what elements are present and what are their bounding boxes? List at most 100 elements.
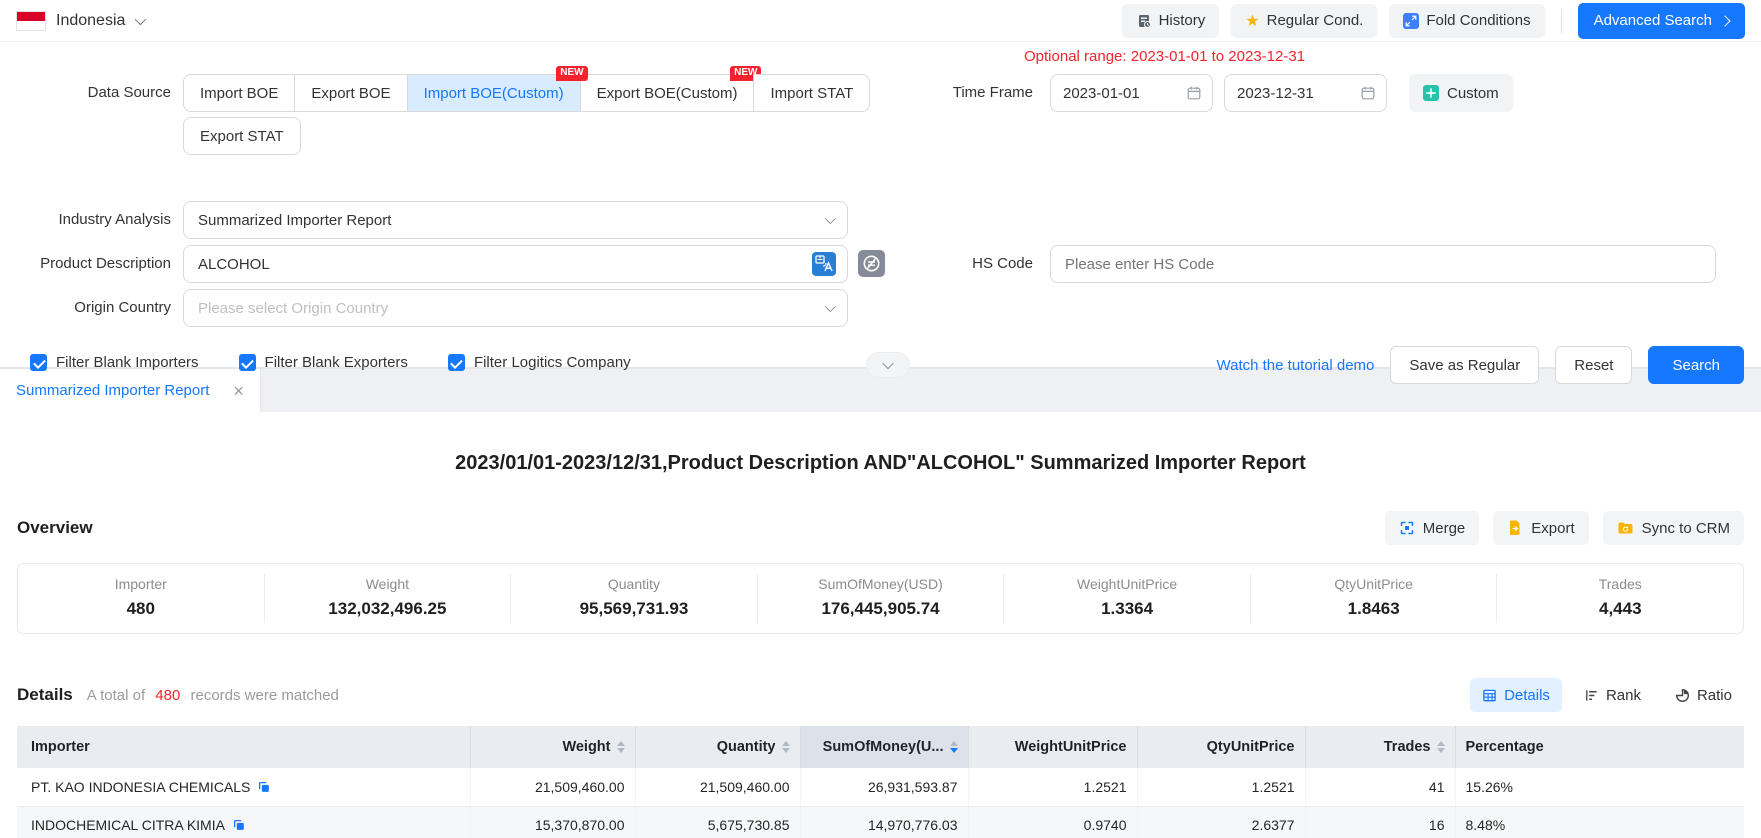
stat-label: QtyUnitPrice [1251,576,1497,592]
checkbox-checked-icon [30,354,47,371]
reset-button[interactable]: Reset [1555,346,1632,384]
industry-analysis-select[interactable]: Summarized Importer Report [183,201,848,239]
view-rank-button[interactable]: Rank [1572,678,1653,712]
col-trades[interactable]: Trades [1305,726,1455,768]
tab-import-stat[interactable]: Import STAT [753,74,870,112]
view-details-button[interactable]: Details [1470,678,1562,712]
advanced-search-button[interactable]: Advanced Search [1578,3,1745,39]
sort-icon[interactable] [782,741,790,753]
chevron-down-icon [825,301,836,312]
industry-analysis-value: Summarized Importer Report [198,212,391,229]
tab-export-boe-label: Export BOE [311,85,390,102]
records-matched-text: A total of 480 records were matched [87,687,339,704]
stat-label: Trades [1497,576,1743,592]
tab-summarized-importer-report[interactable]: Summarized Importer Report × [0,369,261,412]
sum-of-money-cell: 14,970,776.03 [800,806,968,838]
end-date-value: 2023-12-31 [1237,85,1314,102]
optional-range-hint: Optional range: 2023-01-01 to 2023-12-31 [1024,48,1305,65]
view-ratio-button[interactable]: Ratio [1663,678,1744,712]
stat-weight-unit-price: WeightUnitPrice 1.3364 [1004,574,1251,623]
filter-logitics-company-label: Filter Logitics Company [474,354,631,371]
sort-icon[interactable] [1437,741,1445,753]
tutorial-demo-link[interactable]: Watch the tutorial demo [1217,357,1375,374]
topbar-actions: History ★ Regular Cond. Fold Conditions … [1122,3,1745,39]
regular-cond-button[interactable]: ★ Regular Cond. [1231,4,1377,38]
sort-icon[interactable] [617,741,625,753]
close-icon[interactable]: × [233,382,244,400]
filter-blank-exporters-checkbox[interactable]: Filter Blank Exporters [239,354,408,371]
details-heading: Details [17,685,73,705]
exclude-keyword-icon[interactable] [858,250,885,281]
stat-label: Weight [265,576,511,592]
table-row: PT. KAO INDONESIA CHEMICALS 21,509,460.0… [17,768,1744,806]
start-date-input[interactable]: 2023-01-01 [1050,74,1213,112]
filter-blank-importers-checkbox[interactable]: Filter Blank Importers [30,354,199,371]
indonesia-flag-icon [16,11,46,31]
stat-value: 132,032,496.25 [265,599,511,619]
merge-button[interactable]: Merge [1385,511,1480,545]
country-selector[interactable]: Indonesia [16,11,143,31]
expand-conditions-button[interactable] [866,352,910,378]
stat-label: WeightUnitPrice [1004,576,1250,592]
filter-blank-exporters-label: Filter Blank Exporters [265,354,408,371]
chevron-down-icon [135,13,146,24]
overview-heading: Overview [17,518,93,538]
tab-import-boe-custom[interactable]: Import BOE(Custom) NEW [407,74,581,112]
report-content: 2023/01/01-2023/12/31,Product Descriptio… [0,452,1761,838]
fold-conditions-icon [1403,13,1419,29]
product-description-input[interactable] [183,245,848,283]
overview-header: Overview Merge Export Sync to CRM [17,511,1744,545]
col-weight-unit-price: WeightUnitPrice [968,726,1137,768]
rank-icon [1584,688,1599,703]
custom-range-label: Custom [1447,85,1499,102]
history-button[interactable]: History [1122,4,1220,38]
origin-country-select[interactable]: Please select Origin Country [183,289,848,327]
custom-range-button[interactable]: Custom [1409,74,1513,112]
importer-name-link[interactable]: PT. KAO INDONESIA CHEMICALS [31,779,250,795]
stat-trades: Trades 4,443 [1497,574,1743,623]
copy-icon[interactable] [257,780,271,794]
end-date-input[interactable]: 2023-12-31 [1224,74,1387,112]
translate-icon[interactable] [812,252,836,280]
stat-qty-unit-price: QtyUnitPrice 1.8463 [1251,574,1498,623]
origin-country-label: Origin Country [0,289,171,327]
search-button[interactable]: Search [1648,346,1744,384]
star-icon: ★ [1245,11,1259,30]
chevron-down-icon [825,213,836,224]
save-as-regular-button[interactable]: Save as Regular [1390,346,1539,384]
start-date-value: 2023-01-01 [1063,85,1140,102]
tab-import-boe[interactable]: Import BOE [183,74,295,112]
copy-icon[interactable] [232,818,246,832]
col-weight[interactable]: Weight [470,726,635,768]
table-header-row: Importer Weight Quantity SumOfMoney(U...… [17,726,1744,768]
importer-name-link[interactable]: INDOCHEMICAL CITRA KIMIA [31,817,225,833]
trades-cell: 16 [1305,806,1455,838]
col-sum-of-money[interactable]: SumOfMoney(U... [800,726,968,768]
sort-icon-active-desc[interactable] [950,741,958,753]
fold-conditions-button[interactable]: Fold Conditions [1389,4,1544,38]
stat-value: 176,445,905.74 [758,599,1004,619]
stat-importer: Importer 480 [18,574,265,623]
sync-to-crm-label: Sync to CRM [1642,520,1730,537]
filter-logitics-company-checkbox[interactable]: Filter Logitics Company [448,354,631,371]
stat-label: Importer [18,576,264,592]
tab-export-boe-custom[interactable]: Export BOE(Custom) NEW [580,74,755,112]
view-ratio-label: Ratio [1697,687,1732,704]
qty-unit-price-cell: 2.6377 [1137,806,1305,838]
trades-cell: 41 [1305,768,1455,806]
tab-export-stat[interactable]: Export STAT [183,117,301,155]
col-percentage: Percentage [1455,726,1744,768]
tab-export-boe[interactable]: Export BOE [294,74,407,112]
sync-to-crm-button[interactable]: Sync to CRM [1603,511,1744,545]
country-name: Indonesia [56,12,125,30]
col-quantity[interactable]: Quantity [635,726,800,768]
stat-value: 95,569,731.93 [511,599,757,619]
stat-quantity: Quantity 95,569,731.93 [511,574,758,623]
tab-label: Summarized Importer Report [16,382,209,399]
tab-export-boe-custom-label: Export BOE(Custom) [597,85,738,102]
hs-code-input[interactable] [1050,245,1716,283]
export-button[interactable]: Export [1493,511,1588,545]
chevron-right-icon [1719,15,1730,26]
details-table: Importer Weight Quantity SumOfMoney(U...… [17,726,1744,838]
data-source-group: Import BOE Export BOE Import BOE(Custom)… [183,74,870,112]
